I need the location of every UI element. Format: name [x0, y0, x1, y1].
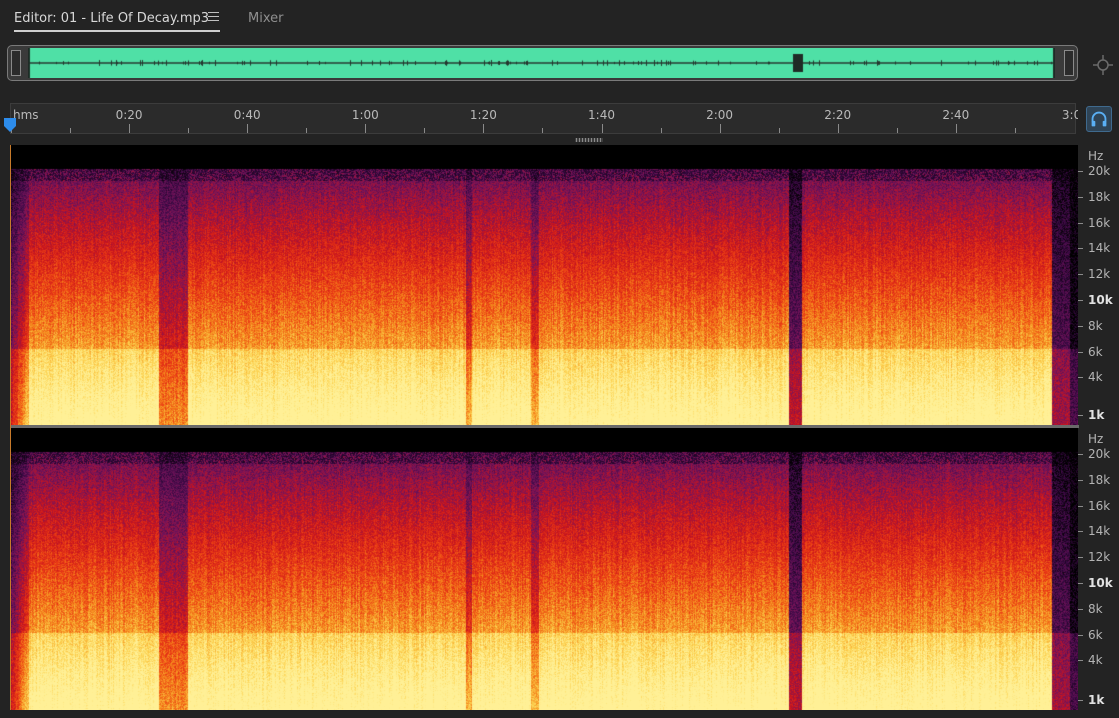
frequency-tick-label: 4k	[1088, 370, 1103, 385]
frequency-tick-label: 20k	[1088, 447, 1111, 461]
channel-right-spectrogram[interactable]	[11, 428, 1079, 710]
headphones-button[interactable]	[1086, 106, 1112, 132]
ruler-tick	[660, 128, 662, 133]
tab-editor[interactable]: Editor: 01 - Life Of Decay.mp3	[14, 10, 209, 28]
panel-tab-bar: Editor: 01 - Life Of Decay.mp3 Mixer	[0, 0, 1119, 38]
frequency-tick	[1078, 479, 1083, 481]
ruler-tick	[483, 124, 485, 133]
hz-unit-label: Hz	[1088, 149, 1104, 163]
frequency-tick	[1078, 325, 1083, 327]
frequency-tick	[1078, 415, 1083, 416]
channel-left-spectrogram[interactable]	[11, 145, 1079, 425]
frequency-tick	[1078, 454, 1083, 455]
frequency-tick	[1078, 196, 1083, 198]
headphones-icon	[1091, 111, 1107, 127]
frequency-tick	[1078, 351, 1083, 353]
ruler-tick	[601, 124, 603, 133]
frequency-tick	[1078, 505, 1083, 507]
ruler-tick	[129, 124, 131, 133]
ruler-tick	[70, 128, 72, 133]
spectrogram-canvas-right[interactable]	[11, 428, 1079, 710]
tab-mixer[interactable]: Mixer	[248, 10, 283, 28]
active-tab-indicator	[14, 30, 220, 32]
ruler-tick	[542, 128, 544, 133]
frequency-tick-label: 4k	[1088, 653, 1103, 668]
frequency-tick-label: 10k	[1088, 293, 1113, 307]
frequency-tick-label: 1k	[1088, 408, 1105, 422]
frequency-tick	[1078, 274, 1083, 276]
spectral-display[interactable]	[10, 145, 1079, 710]
frequency-tick	[1078, 300, 1083, 301]
overview-navigator[interactable]	[7, 45, 1078, 81]
frequency-tick-label: 16k	[1088, 498, 1111, 513]
frequency-tick-label: 8k	[1088, 601, 1103, 616]
ruler-tick	[188, 128, 190, 133]
frequency-tick	[1078, 557, 1083, 559]
overview-waveform[interactable]	[28, 48, 1055, 78]
frequency-tick-label: 14k	[1088, 241, 1111, 256]
frequency-tick-label: 18k	[1088, 189, 1111, 204]
ruler-tick	[1014, 128, 1016, 133]
ruler-tick	[247, 124, 249, 133]
playhead-icon[interactable]	[3, 117, 17, 133]
ruler-tick	[719, 124, 721, 133]
frequency-tick	[1078, 222, 1083, 224]
frequency-tick	[1078, 660, 1083, 662]
ruler-tick	[424, 128, 426, 133]
frequency-scale-left[interactable]: Hz 20k 18k 16k 14k 12k 10k 8k 6k 4k 1k	[1078, 145, 1119, 425]
ruler-tick	[778, 128, 780, 133]
frequency-tick	[1078, 248, 1083, 250]
time-ruler[interactable]: hms 0:200:401:001:201:402:002:202:403:00	[10, 103, 1078, 134]
frequency-tick-label: 6k	[1088, 627, 1103, 642]
frequency-tick-label: 20k	[1088, 164, 1111, 178]
frequency-tick	[1078, 634, 1083, 636]
ruler-tick-label: 0:20	[115, 108, 143, 122]
frequency-tick	[1078, 377, 1083, 379]
frequency-tick	[1078, 608, 1083, 610]
ruler-tick	[837, 124, 839, 133]
frequency-tick	[1078, 583, 1083, 584]
overview-right-handle[interactable]	[1064, 50, 1074, 76]
frequency-tick-label: 14k	[1088, 524, 1111, 539]
ruler-tick-label: 0:40	[233, 108, 261, 122]
frequency-tick-label: 12k	[1088, 267, 1111, 282]
panel-resize-grip[interactable]	[575, 138, 603, 142]
ruler-tick-label: 2:20	[824, 108, 852, 122]
hz-unit-label: Hz	[1088, 432, 1104, 446]
frequency-tick	[1078, 171, 1083, 172]
ruler-tick-label: 1:00	[351, 108, 379, 122]
ruler-tick	[955, 124, 957, 133]
ruler-tick	[306, 128, 308, 133]
frequency-tick	[1078, 700, 1083, 701]
frequency-tick-label: 16k	[1088, 215, 1111, 230]
frequency-scale-right[interactable]: Hz 20k 18k 16k 14k 12k 10k 8k 6k 4k 1k	[1078, 428, 1119, 710]
ruler-tick-label: 2:40	[942, 108, 970, 122]
frequency-tick-label: 18k	[1088, 472, 1111, 487]
frequency-tick	[1078, 531, 1083, 533]
ruler-tick-label: 1:20	[469, 108, 497, 122]
frequency-tick-label: 6k	[1088, 344, 1103, 359]
ruler-tick	[896, 128, 898, 133]
ruler-tick	[365, 124, 367, 133]
frequency-tick-label: 8k	[1088, 318, 1103, 333]
ruler-tick-label: 3:00	[1061, 108, 1078, 122]
zoom-target-icon[interactable]	[1092, 54, 1114, 76]
frequency-tick-label: 12k	[1088, 550, 1111, 565]
frequency-tick-label: 10k	[1088, 576, 1113, 590]
overview-left-handle[interactable]	[11, 50, 21, 76]
ruler-tick-label: 2:00	[706, 108, 734, 122]
ruler-tick-label: 1:40	[588, 108, 615, 122]
spectrogram-canvas-left[interactable]	[11, 145, 1079, 425]
frequency-tick-label: 1k	[1088, 693, 1105, 707]
hamburger-icon[interactable]	[208, 12, 219, 22]
